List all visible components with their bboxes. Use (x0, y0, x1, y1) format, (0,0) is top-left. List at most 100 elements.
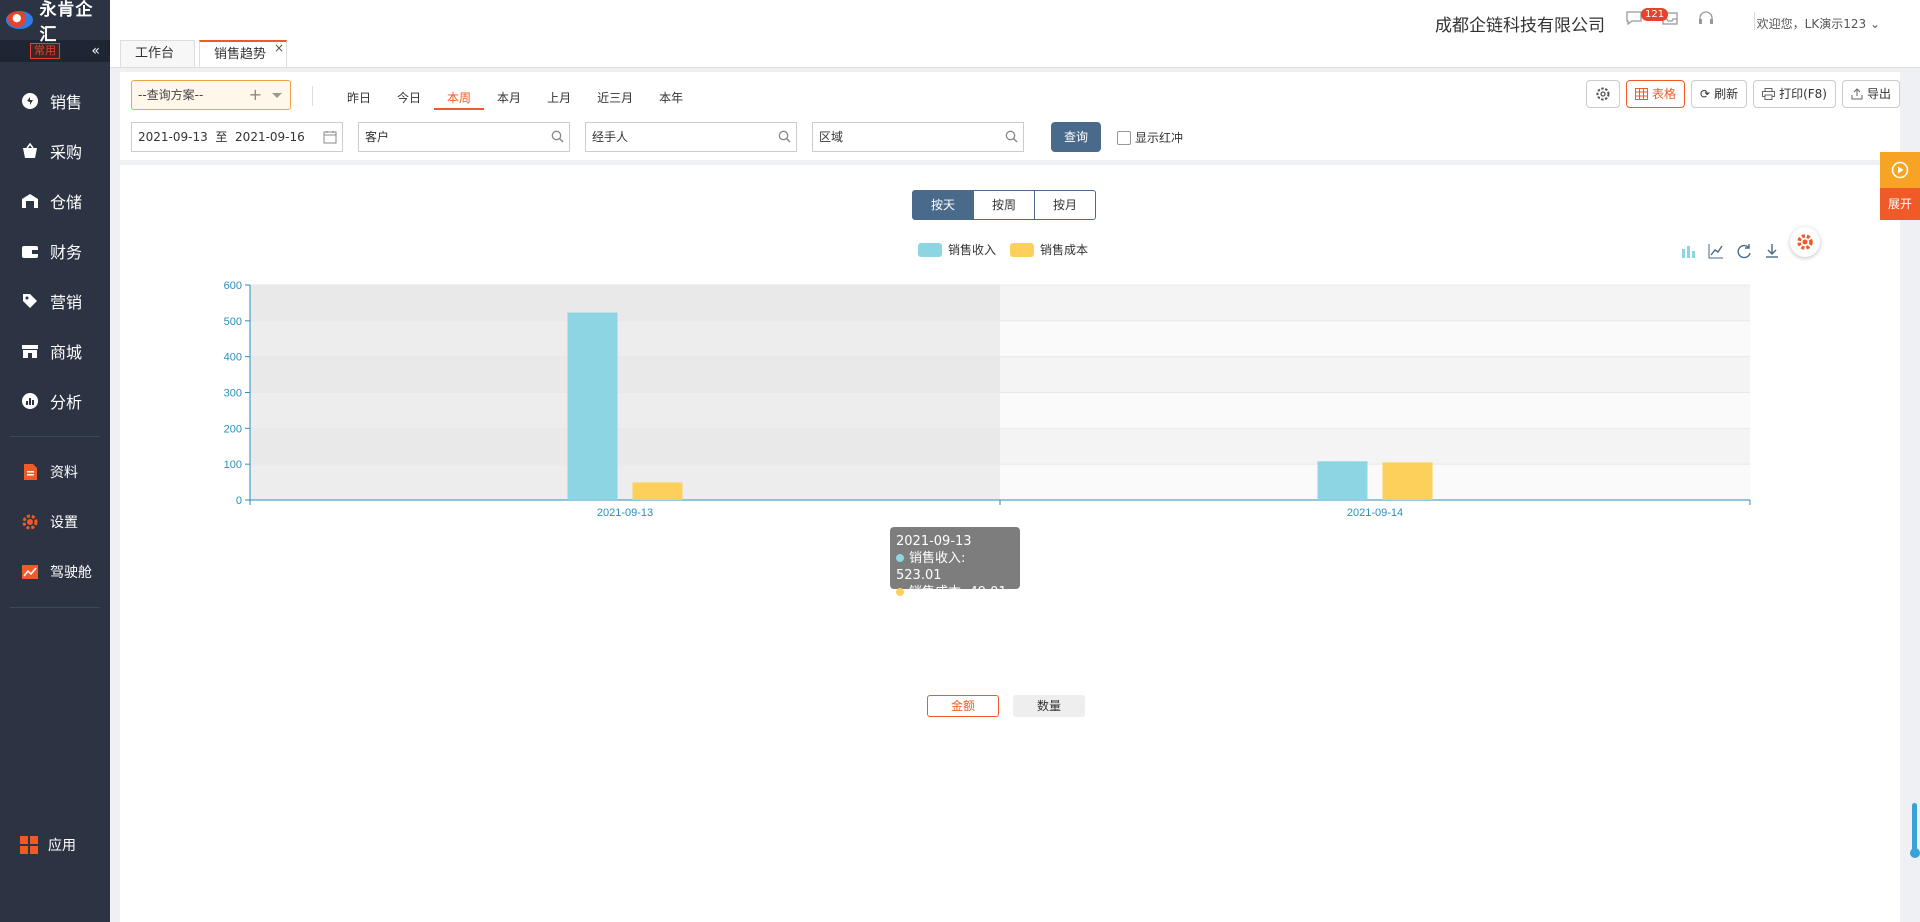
period-by-week[interactable]: 按周 (973, 190, 1035, 220)
range-yesterday[interactable]: 昨日 (334, 86, 384, 110)
table-view-button[interactable]: 表格 (1625, 80, 1685, 108)
tab-workbench[interactable]: 工作台 (120, 40, 196, 67)
export-label: 导出 (1866, 87, 1891, 101)
y-tick-label: 0 (236, 495, 242, 507)
purchase-icon (20, 141, 40, 161)
export-icon (1851, 88, 1863, 100)
y-tick-label: 100 (224, 459, 242, 471)
refresh-icon: ⟳ (1700, 87, 1711, 101)
brand-name: 永肯企汇 (39, 0, 94, 45)
query-scheme-value: --查询方案-- (138, 88, 204, 102)
legend-swatch (918, 242, 942, 257)
search-icon[interactable] (551, 130, 564, 143)
sidebar-item-marketing[interactable]: 营销 (0, 276, 110, 326)
chart-tooltip: 2021-09-13 销售收入: 523.01 销售成本: 49.01 (890, 527, 1020, 600)
sidebar-item-finance[interactable]: 财务 (0, 226, 110, 276)
sidebar-item-data[interactable]: 资料 (0, 447, 110, 497)
legend-item-revenue[interactable]: 销售收入 (918, 241, 996, 258)
show-red-label: 显示红冲 (1135, 131, 1184, 145)
top-header: 成都企链科技有限公司 121 欢迎您，LK演示123 ⌄ (110, 0, 1920, 40)
wallet-icon (20, 241, 40, 261)
period-by-month[interactable]: 按月 (1034, 190, 1096, 220)
search-icon[interactable] (778, 130, 791, 143)
sidebar-item-apps[interactable]: 应用 (0, 820, 110, 870)
handler-input[interactable]: 经手人 (585, 122, 797, 152)
collapse-sidebar-icon[interactable]: « (91, 43, 100, 59)
welcome-text: 欢迎您，LK演示123 (1756, 17, 1867, 31)
refresh-button[interactable]: ⟳ 刷新 (1691, 80, 1748, 108)
tooltip-row-cost: 销售成本: 49.01 (896, 584, 1014, 601)
sidebar-item-warehouse[interactable]: 仓储 (0, 176, 110, 226)
print-button[interactable]: 打印(F8) (1753, 80, 1836, 108)
sales-icon (20, 91, 40, 111)
range-this-year[interactable]: 本年 (646, 86, 696, 110)
plus-icon[interactable]: + (249, 81, 262, 109)
company-name: 成都企链科技有限公司 (1435, 16, 1605, 36)
legend-swatch (1010, 242, 1035, 257)
sidebar-item-label: 应用 (48, 838, 76, 854)
x-tick-label: 2021-09-14 (1347, 507, 1403, 519)
range-this-week[interactable]: 本周 (434, 86, 485, 110)
date-start: 2021-09-13 (138, 130, 208, 144)
brand-logo[interactable]: 永肯企汇 (0, 0, 110, 45)
logo-mark-icon (6, 11, 34, 29)
quick-range-tabs: 昨日 今日 本周 本月 上月 近三月 本年 (334, 86, 696, 110)
period-by-day[interactable]: 按天 (912, 190, 974, 220)
query-button[interactable]: 查询 (1051, 122, 1101, 152)
export-button[interactable]: 导出 (1841, 80, 1900, 108)
period-toggle: 按天 按周 按月 (912, 190, 1096, 220)
range-this-month[interactable]: 本月 (484, 86, 534, 110)
sidebar-item-purchase[interactable]: 采购 (0, 126, 110, 176)
print-label: 打印(F8) (1779, 87, 1827, 101)
sidebar-item-store[interactable]: 商城 (0, 326, 110, 376)
close-icon[interactable]: × (274, 35, 284, 61)
sales-trend-chart: 0 100 200 300 400 500 600 2021-09-13 2021-09-14 (224, 280, 1751, 519)
floating-settings-button[interactable] (1790, 227, 1820, 257)
expand-widget[interactable]: 展开 (1880, 152, 1920, 220)
restore-icon[interactable] (1736, 243, 1752, 259)
download-icon[interactable] (1764, 243, 1780, 259)
header-icons: 121 (1625, 8, 1715, 29)
line-chart-icon[interactable] (1708, 243, 1724, 259)
bar-cost (1382, 462, 1433, 500)
chart-toolbox (1680, 243, 1780, 259)
tab-sales-trend[interactable]: 销售趋势 × (199, 40, 288, 67)
tooltip-title: 2021-09-13 (896, 534, 972, 549)
message-button[interactable]: 121 (1625, 8, 1669, 29)
tab-label: 销售趋势 (214, 47, 267, 62)
show-red-checkbox[interactable]: 显示红冲 (1117, 129, 1183, 146)
caret-down-icon[interactable] (272, 93, 282, 98)
search-icon[interactable] (1005, 130, 1018, 143)
common-row: 常用 « (0, 40, 110, 62)
chevron-down-icon: ⌄ (1869, 17, 1880, 31)
metric-amount[interactable]: 金额 (927, 695, 999, 717)
region-input[interactable]: 区域 (812, 122, 1024, 152)
filter-row: 2021-09-13 至 2021-09-16 客户 经手人 区域 查询 显示红… (131, 122, 1891, 152)
range-last-three-months[interactable]: 近三月 (584, 86, 646, 110)
date-range-input[interactable]: 2021-09-13 至 2021-09-16 (131, 122, 343, 152)
sidebar-item-cockpit[interactable]: 驾驶舱 (0, 547, 110, 597)
metric-quantity[interactable]: 数量 (1013, 695, 1085, 717)
query-scheme-select[interactable]: --查询方案-- + (131, 80, 291, 110)
legend-item-cost[interactable]: 销售成本 (1010, 241, 1088, 258)
support-button[interactable] (1697, 10, 1715, 29)
table-view-label: 表格 (1651, 87, 1676, 101)
settings-button[interactable] (1585, 80, 1620, 108)
checkbox-box[interactable] (1117, 130, 1131, 145)
common-tag[interactable]: 常用 (30, 43, 60, 59)
sidebar-item-analysis[interactable]: 分析 (0, 376, 110, 426)
scrollbar-knob[interactable] (1910, 848, 1920, 858)
document-icon (20, 462, 40, 482)
sidebar-item-sales[interactable]: 销售 (0, 76, 110, 126)
customer-input[interactable]: 客户 (358, 122, 570, 152)
range-today[interactable]: 今日 (384, 86, 434, 110)
sidebar-item-settings[interactable]: 设置 (0, 497, 110, 547)
tooltip-dot (896, 554, 904, 562)
user-menu[interactable]: 欢迎您，LK演示123 ⌄ (1757, 15, 1880, 32)
store-icon (20, 341, 40, 361)
range-last-month[interactable]: 上月 (534, 86, 584, 110)
bar-chart-icon[interactable] (1680, 243, 1696, 259)
calendar-icon[interactable] (323, 130, 337, 144)
region-placeholder: 区域 (819, 130, 844, 144)
printer-icon (1762, 88, 1776, 100)
